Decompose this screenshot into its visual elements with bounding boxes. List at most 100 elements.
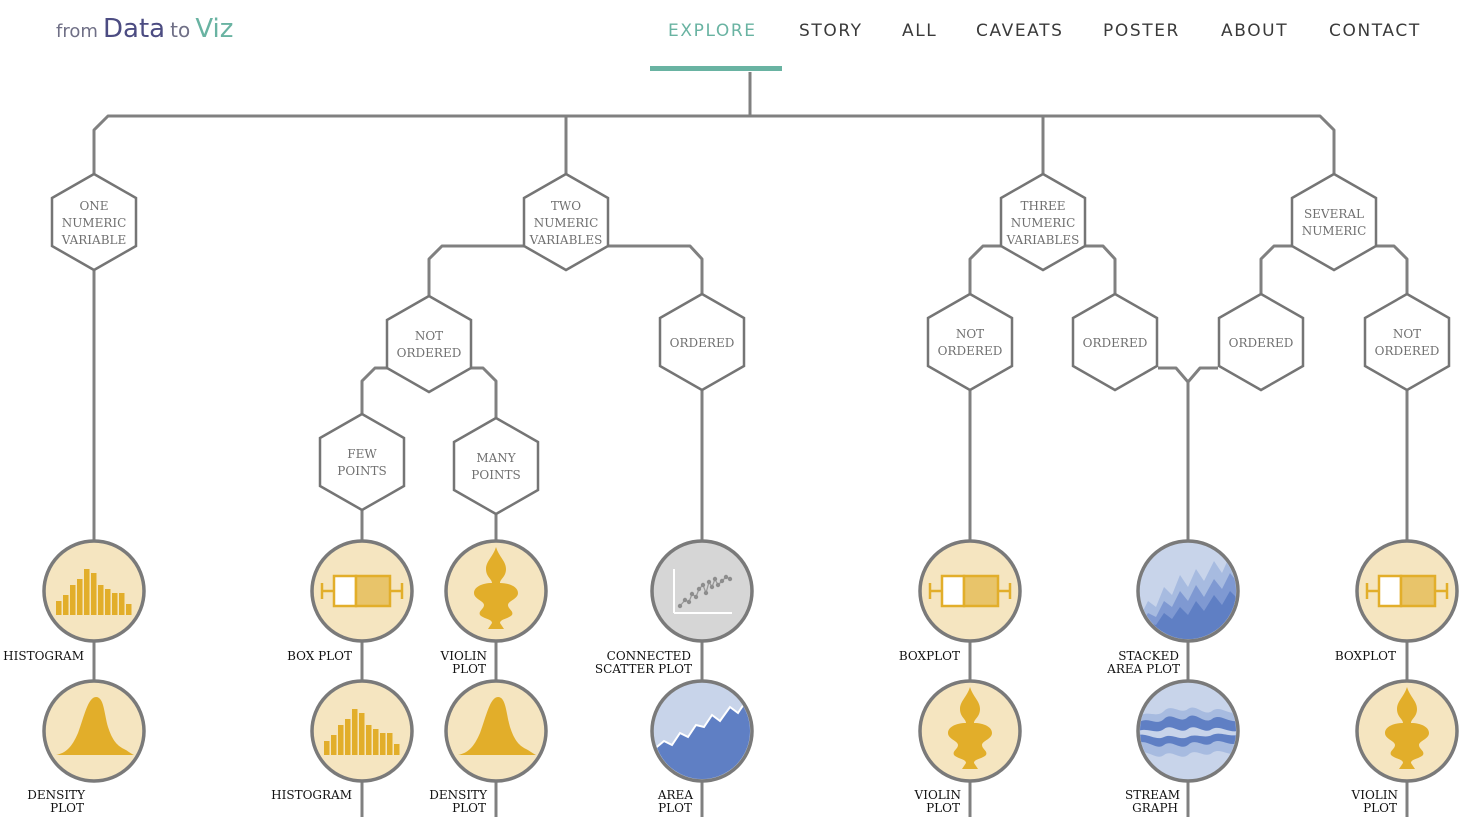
node-one-numeric[interactable]: ONE NUMERIC VARIABLE [50,172,138,272]
decision-tree: ONE NUMERIC VARIABLE TWO NUMERIC VARIABLES T… [3,72,1459,817]
label-histogram-one[interactable]: HISTOGRAM [3,649,84,663]
chart-violin-four[interactable] [1355,679,1459,783]
label-line: ORDERED [1083,336,1148,350]
label-violin-two[interactable]: VIOLIN PLOT [440,649,487,676]
label-line: VIOLIN [440,649,487,663]
node-label: ORDERED [1229,336,1294,350]
hexagon [926,292,1014,392]
label-line: POINTS [471,468,520,482]
label-histogram-two[interactable]: HISTOGRAM [271,788,352,802]
label-stream[interactable]: STREAM GRAPH [1125,788,1180,815]
node-three-ordered[interactable]: ORDERED [1071,292,1159,392]
node-several-numeric[interactable]: SEVERAL NUMERIC [1290,172,1378,272]
label-line: ORDERED [938,344,1003,358]
label-line: BOXPLOT [1335,649,1396,663]
label-line: POINTS [337,464,386,478]
chart-histogram-two[interactable] [310,679,414,783]
label-line: VARIABLES [1006,233,1080,247]
label-line: VIOLIN [1351,788,1398,802]
label-line: PLOT [50,801,84,815]
label-line: NOT [1393,327,1421,341]
label-line: GRAPH [1132,801,1178,815]
hexagon [1290,172,1378,272]
node-three-not-ordered[interactable]: NOT ORDERED [926,292,1014,392]
chart-stream[interactable] [1136,679,1240,783]
label-line: NUMERIC [62,216,127,230]
label-boxplot-four[interactable]: BOXPLOT [1335,649,1396,663]
node-three-numeric[interactable]: THREE NUMERIC VARIABLES [999,172,1087,272]
chart-violin-two[interactable] [444,539,548,643]
label-line: AREA [657,788,693,802]
chart-boxplot-four[interactable] [1355,539,1459,643]
label-line: ORDERED [1375,344,1440,358]
label-line: VIOLIN [914,788,961,802]
chart-boxplot-three[interactable] [918,539,1022,643]
label-line: TWO [551,199,581,213]
label-boxplot-three[interactable]: BOXPLOT [899,649,960,663]
hexagon [452,416,540,516]
label-line: NUMERIC [534,216,599,230]
chart-circle [650,539,754,643]
node-several-ordered[interactable]: ORDERED [1217,292,1305,392]
label-line: SCATTER PLOT [595,662,692,676]
label-line: HISTOGRAM [3,649,84,663]
label-line: FEW [347,447,377,461]
label-line: PLOT [452,662,486,676]
label-line: PLOT [1363,801,1397,815]
label-density-two[interactable]: DENSITY PLOT [429,788,488,815]
chart-stacked-area[interactable] [1136,539,1240,643]
label-line: HISTOGRAM [271,788,352,802]
label-line: NOT [956,327,984,341]
chart-histogram-one[interactable] [42,539,146,643]
label-line: ORDERED [1229,336,1294,350]
label-line: NUMERIC [1302,224,1367,238]
label-line: VARIABLES [529,233,603,247]
label-line: NUMERIC [1011,216,1076,230]
label-connected-scatter[interactable]: CONNECTED SCATTER PLOT [595,649,692,676]
label-line: MANY [476,451,516,465]
hexagon [385,294,473,394]
node-many-points[interactable]: MANY POINTS [452,416,540,516]
node-label: ORDERED [670,336,735,350]
label-area[interactable]: AREA PLOT [657,788,693,815]
label-density-one[interactable]: DENSITY PLOT [27,788,86,815]
label-line: BOXPLOT [899,649,960,663]
chart-boxplot-two[interactable] [310,539,414,643]
label-line: DENSITY [27,788,86,802]
node-two-ordered[interactable]: ORDERED [658,292,746,392]
label-violin-four[interactable]: VIOLIN PLOT [1351,788,1398,815]
boxplot-icon [928,574,1012,608]
node-label: ORDERED [1083,336,1148,350]
chart-connected-scatter[interactable] [650,539,754,643]
chart-area[interactable] [650,679,754,783]
node-several-not-ordered[interactable]: NOT ORDERED [1363,292,1451,392]
label-line: NOT [415,329,443,343]
hexagon [1363,292,1451,392]
node-two-numeric[interactable]: TWO NUMERIC VARIABLES [522,172,610,272]
chart-violin-three[interactable] [918,679,1022,783]
label-line: SEVERAL [1304,207,1364,221]
label-line: STREAM [1125,788,1180,802]
chart-density-two[interactable] [444,679,548,783]
node-two-not-ordered[interactable]: NOT ORDERED [385,294,473,394]
stream-icon [1140,707,1236,757]
label-stacked-area[interactable]: STACKED AREA PLOT [1106,649,1180,676]
label-line: VARIABLE [61,233,127,247]
label-line: BOX PLOT [287,649,352,663]
hexagon [318,412,406,512]
node-few-points[interactable]: FEW POINTS [318,412,406,512]
label-line: PLOT [926,801,960,815]
boxplot-icon [1365,574,1449,608]
chart-density-one[interactable] [42,679,146,783]
label-line: PLOT [658,801,692,815]
label-line: ORDERED [670,336,735,350]
boxplot-icon [320,574,404,608]
label-line: CONNECTED [607,649,691,663]
label-line: STACKED [1118,649,1179,663]
label-line: ORDERED [397,346,462,360]
label-boxplot-two[interactable]: BOX PLOT [287,649,352,663]
label-violin-three[interactable]: VIOLIN PLOT [914,788,961,815]
label-line: ONE [79,199,108,213]
label-line: AREA PLOT [1106,662,1180,676]
label-line: THREE [1020,199,1065,213]
